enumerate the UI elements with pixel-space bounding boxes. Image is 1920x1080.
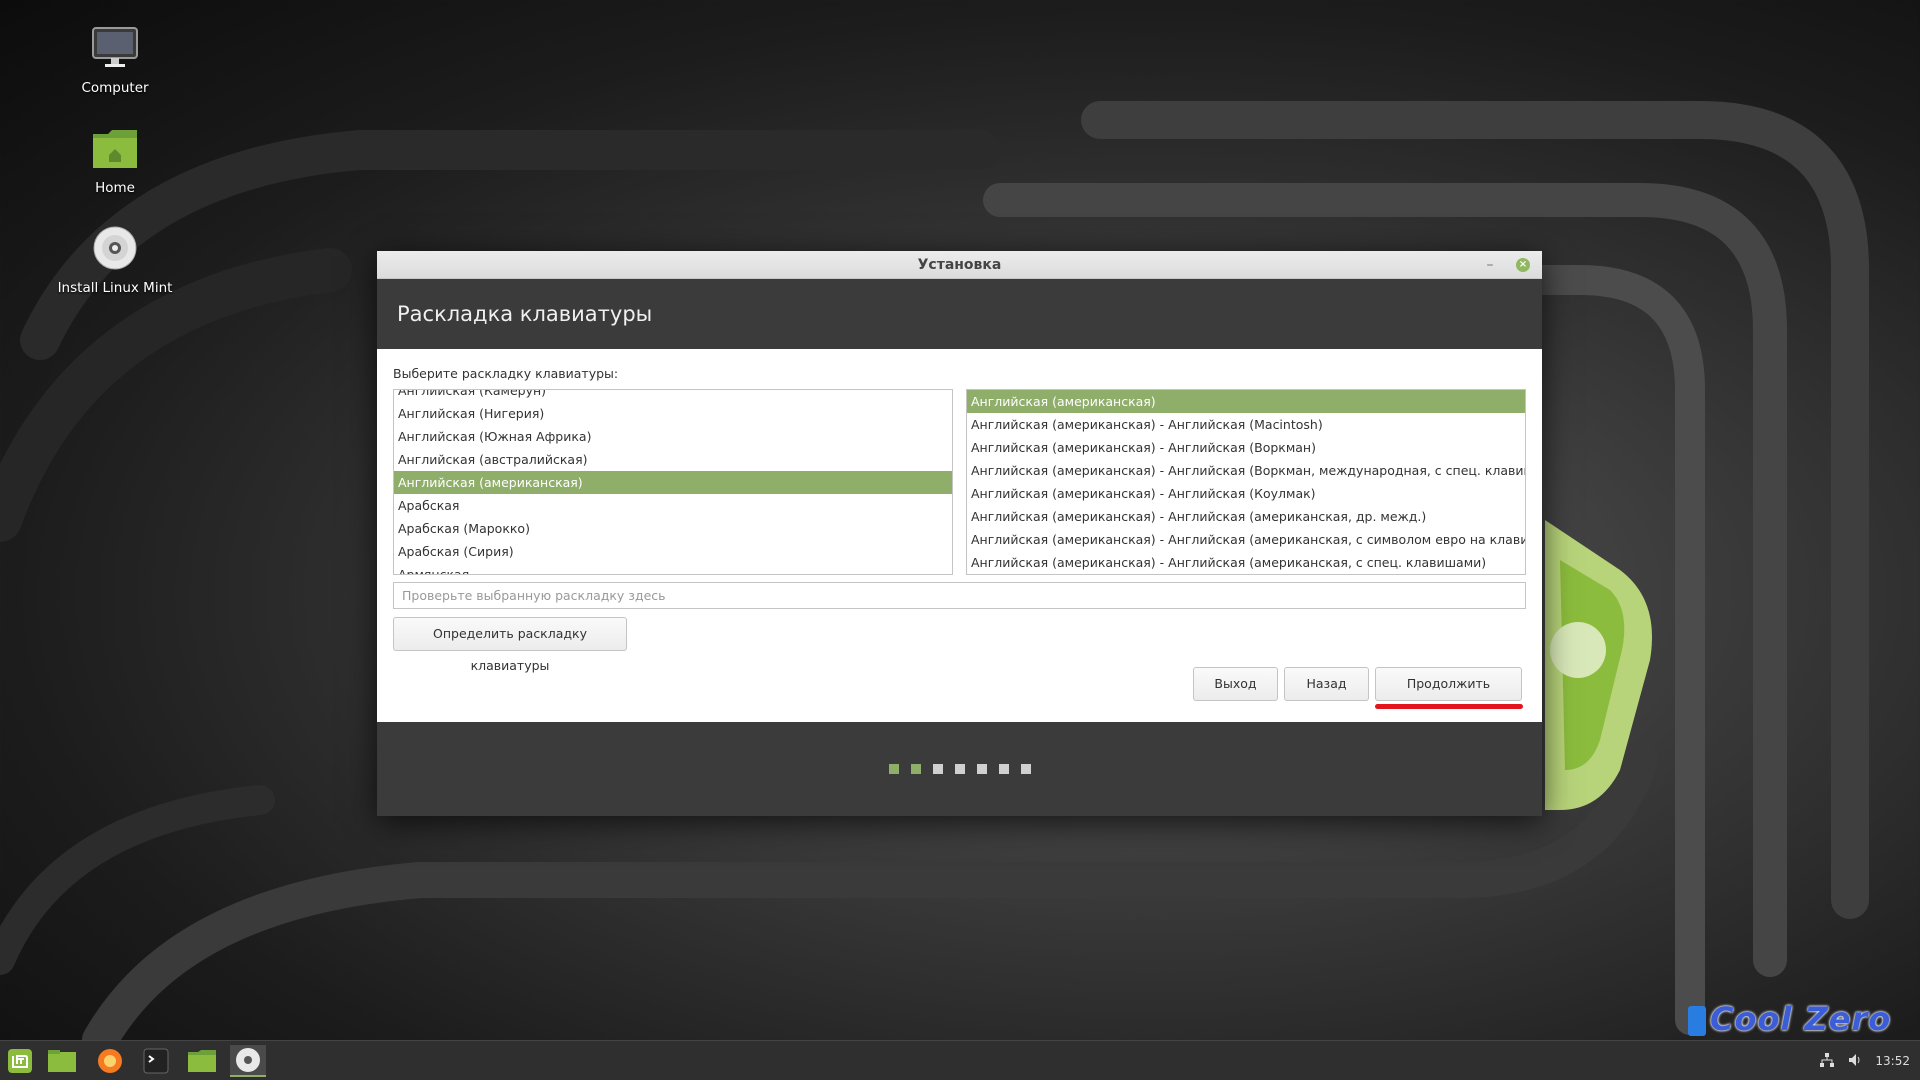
continue-button[interactable]: Продолжить xyxy=(1375,667,1522,701)
variant-list-item[interactable]: Английская (американская) xyxy=(967,390,1525,413)
installer-content: Выберите раскладку клавиатуры: Английска… xyxy=(377,349,1542,722)
layout-list[interactable]: Английская (Камерун) Английская (Нигерия)… xyxy=(393,389,953,575)
desktop-icon-computer[interactable]: Computer xyxy=(35,26,195,96)
close-button[interactable]: × xyxy=(1516,258,1530,272)
installer-footer xyxy=(377,722,1542,816)
layout-prompt: Выберите раскладку клавиатуры: xyxy=(393,366,619,381)
mint-menu-icon[interactable] xyxy=(2,1045,38,1077)
variant-list-item[interactable]: Английская (американская) - Английская (… xyxy=(967,505,1525,528)
system-tray: 13:52 xyxy=(1819,1041,1910,1080)
progress-dot xyxy=(910,764,921,774)
layout-list-item[interactable]: Английская (Южная Африка) xyxy=(394,425,952,448)
firefox-icon[interactable] xyxy=(92,1045,128,1077)
variant-list-item[interactable]: Английская (американская) - Английская (… xyxy=(967,459,1525,482)
desktop-icon-home[interactable]: Home xyxy=(35,128,195,196)
layout-list-item[interactable]: Арабская xyxy=(394,494,952,517)
layout-list-item[interactable]: Арабская (Марокко) xyxy=(394,517,952,540)
variant-list-item[interactable]: Английская (американская) - Английская (… xyxy=(967,413,1525,436)
variant-list[interactable]: Английская (американская) Английская (аме… xyxy=(966,389,1526,575)
progress-dot xyxy=(998,764,1009,774)
clock[interactable]: 13:52 xyxy=(1875,1054,1910,1068)
taskbar: 13:52 xyxy=(0,1040,1920,1080)
minimize-button[interactable]: – xyxy=(1482,251,1498,279)
installer-taskbar-icon[interactable] xyxy=(230,1045,266,1077)
layout-test-input[interactable] xyxy=(393,582,1526,609)
page-title: Раскладка клавиатуры xyxy=(377,279,1542,349)
files-icon[interactable] xyxy=(184,1045,220,1077)
layout-list-item[interactable]: Арабская (Сирия) xyxy=(394,540,952,563)
watermark-logo: Cool Zero xyxy=(1688,1000,1891,1038)
variant-list-item[interactable]: Английская (американская) - Английская (… xyxy=(967,482,1525,505)
back-button[interactable]: Назад xyxy=(1284,667,1369,701)
window-titlebar[interactable]: Установка – × xyxy=(377,251,1542,279)
volume-icon[interactable] xyxy=(1847,1052,1863,1071)
detect-layout-button[interactable]: Определить раскладку клавиатуры xyxy=(393,617,627,673)
progress-dot xyxy=(932,764,943,774)
show-desktop-icon[interactable] xyxy=(44,1045,80,1077)
red-underline-annotation xyxy=(1375,704,1523,709)
usb-icon xyxy=(1688,1006,1706,1036)
progress-dot xyxy=(954,764,965,774)
variant-list-item[interactable]: Английская (американская) - Английская (… xyxy=(967,551,1525,574)
progress-dot xyxy=(888,764,899,774)
monitor-icon xyxy=(35,26,195,74)
layout-list-item[interactable]: Армянская xyxy=(394,563,952,574)
network-icon[interactable] xyxy=(1819,1052,1835,1071)
disc-icon xyxy=(35,226,195,274)
home-folder-icon xyxy=(35,128,195,174)
desktop-icon-install-linux-mint[interactable]: Install Linux Mint xyxy=(35,226,195,296)
progress-indicator xyxy=(377,764,1542,774)
progress-dot xyxy=(1020,764,1031,774)
layout-list-item[interactable]: Английская (Нигерия) xyxy=(394,402,952,425)
quit-button[interactable]: Выход xyxy=(1193,667,1278,701)
variant-list-item[interactable]: Английская (американская) - Английская (… xyxy=(967,436,1525,459)
window-title: Установка xyxy=(917,257,1002,273)
layout-list-item[interactable]: Английская (Камерун) xyxy=(394,390,952,402)
layout-list-item[interactable]: Английская (американская) xyxy=(394,471,952,494)
progress-dot xyxy=(976,764,987,774)
terminal-icon[interactable] xyxy=(138,1045,174,1077)
variant-list-item[interactable]: Английская (американская) - Английская (… xyxy=(967,528,1525,551)
installer-window: Установка – × Раскладка клавиатуры Выбер… xyxy=(377,251,1542,816)
layout-list-item[interactable]: Английская (австралийская) xyxy=(394,448,952,471)
